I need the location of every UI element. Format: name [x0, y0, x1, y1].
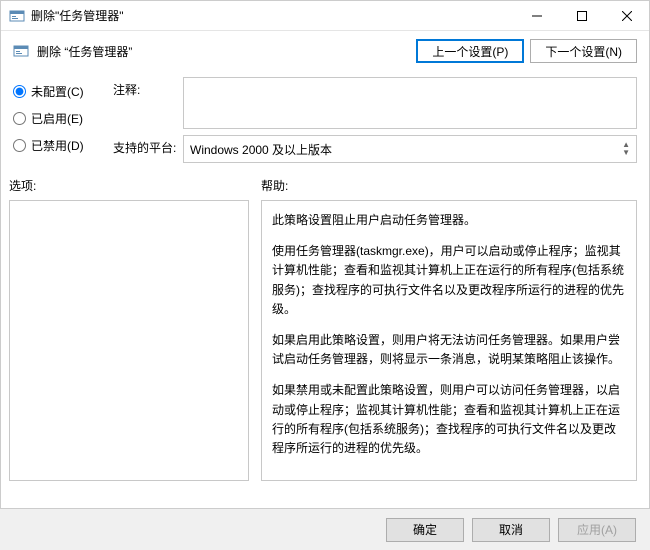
- spinner-down-icon[interactable]: ▼: [622, 150, 630, 156]
- platform-spinner: ▲ ▼: [622, 142, 630, 156]
- comment-label: 注释:: [113, 77, 183, 129]
- help-paragraph: 如果启用此策略设置，则用户将无法访问任务管理器。如果用户尝试启动任务管理器，则将…: [272, 331, 626, 369]
- next-setting-button[interactable]: 下一个设置(N): [530, 39, 637, 63]
- fields-area: 注释: 支持的平台: Windows 2000 及以上版本 ▲ ▼: [113, 77, 637, 169]
- radio-enabled[interactable]: 已启用(E): [13, 110, 113, 127]
- platform-field: Windows 2000 及以上版本 ▲ ▼: [183, 135, 637, 163]
- radio-enabled-input[interactable]: [13, 112, 26, 125]
- radio-not-configured-input[interactable]: [13, 85, 26, 98]
- titlebar: 删除"任务管理器": [1, 1, 649, 31]
- help-paragraph: 使用任务管理器(taskmgr.exe)，用户可以启动或停止程序；监视其计算机性…: [272, 242, 626, 319]
- minimize-button[interactable]: [514, 1, 559, 30]
- radio-disabled-input[interactable]: [13, 139, 26, 152]
- policy-title: 删除 “任务管理器”: [37, 43, 410, 60]
- radio-not-configured-label: 未配置(C): [31, 83, 84, 100]
- window-title: 删除"任务管理器": [31, 7, 514, 24]
- help-box: 此策略设置阻止用户启动任务管理器。 使用任务管理器(taskmgr.exe)，用…: [261, 200, 637, 481]
- apply-button[interactable]: 应用(A): [558, 518, 636, 542]
- maximize-button[interactable]: [559, 1, 604, 30]
- policy-icon: [13, 43, 29, 59]
- options-box: [9, 200, 249, 481]
- radio-not-configured[interactable]: 未配置(C): [13, 83, 113, 100]
- radio-disabled[interactable]: 已禁用(D): [13, 137, 113, 154]
- header: 删除 “任务管理器” 上一个设置(P) 下一个设置(N): [1, 31, 649, 71]
- comment-input[interactable]: [183, 77, 637, 129]
- help-paragraph: 此策略设置阻止用户启动任务管理器。: [272, 211, 626, 230]
- footer: 确定 取消 应用(A): [0, 508, 650, 550]
- radio-enabled-label: 已启用(E): [31, 110, 83, 127]
- lower-area: 选项: 帮助: 此策略设置阻止用户启动任务管理器。 使用任务管理器(taskmg…: [1, 169, 649, 481]
- cancel-button[interactable]: 取消: [472, 518, 550, 542]
- help-label: 帮助:: [261, 177, 637, 194]
- app-icon: [9, 8, 25, 24]
- options-column: 选项:: [9, 177, 249, 481]
- options-label: 选项:: [9, 177, 249, 194]
- platform-value: Windows 2000 及以上版本: [190, 141, 332, 158]
- close-button[interactable]: [604, 1, 649, 30]
- help-paragraph: 如果禁用或未配置此策略设置，则用户可以访问任务管理器，以启动或停止程序；监视其计…: [272, 381, 626, 458]
- radio-group: 未配置(C) 已启用(E) 已禁用(D): [13, 77, 113, 169]
- window-buttons: [514, 1, 649, 30]
- ok-button[interactable]: 确定: [386, 518, 464, 542]
- previous-setting-button[interactable]: 上一个设置(P): [416, 39, 524, 63]
- config-area: 未配置(C) 已启用(E) 已禁用(D) 注释: 支持的平台: Windows …: [1, 71, 649, 169]
- platform-label: 支持的平台:: [113, 135, 183, 163]
- help-column: 帮助: 此策略设置阻止用户启动任务管理器。 使用任务管理器(taskmgr.ex…: [261, 177, 637, 481]
- radio-disabled-label: 已禁用(D): [31, 137, 84, 154]
